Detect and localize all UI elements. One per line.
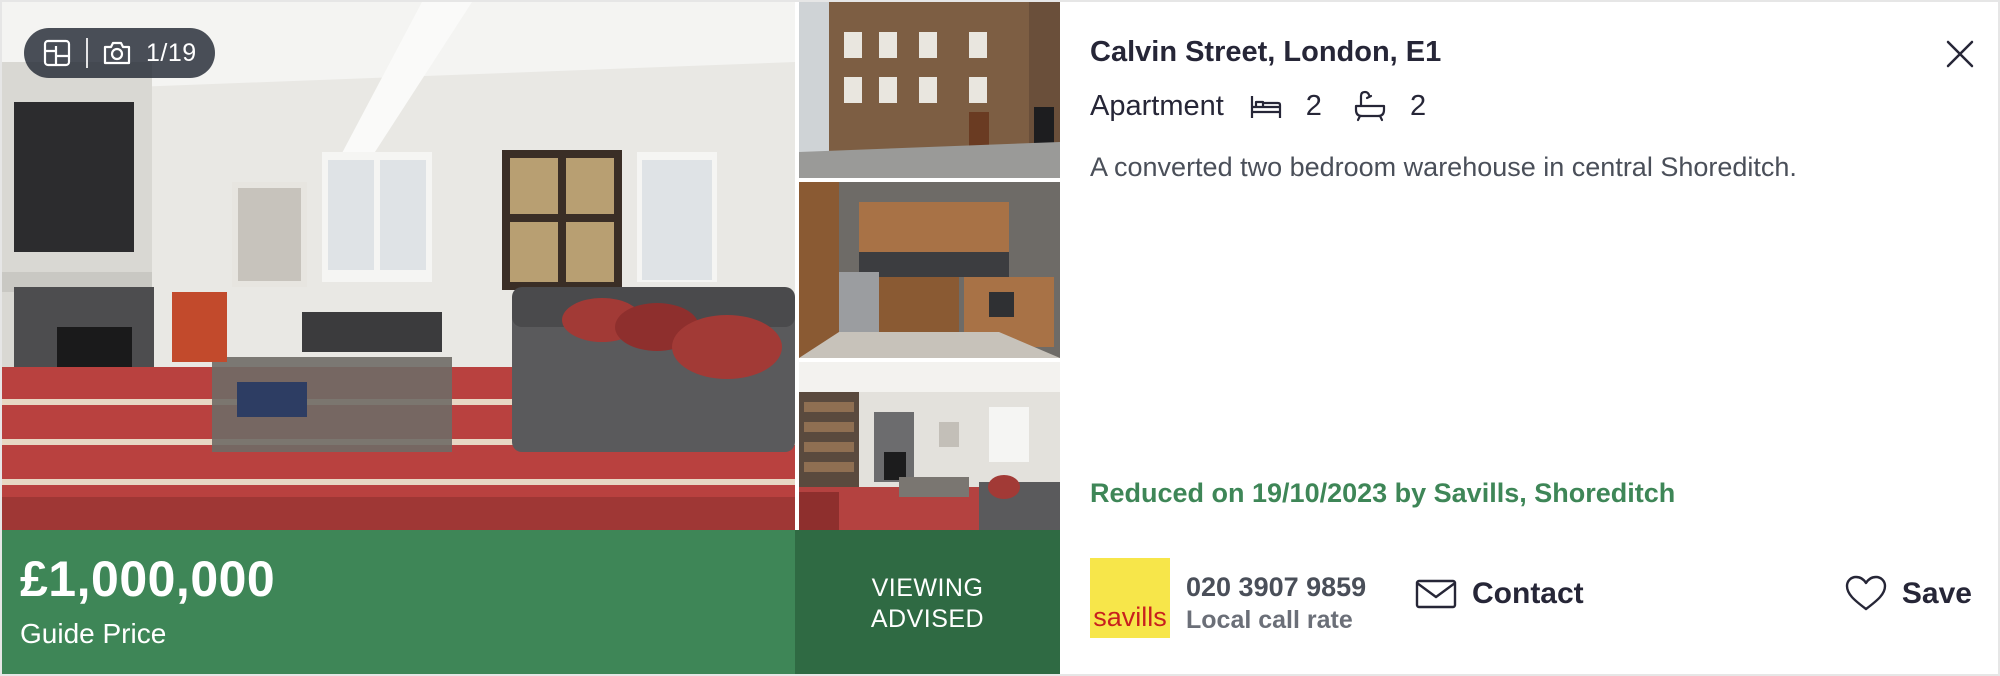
close-icon [1946,40,1974,68]
property-type: Apartment [1090,89,1224,122]
agent-logo[interactable]: savills [1090,558,1170,638]
floorplan-icon[interactable] [42,38,72,68]
save-label: Save [1901,577,1972,610]
main-photo[interactable]: 1/19 [2,2,795,530]
listing-details: Calvin Street, London, E1 Apartment 2 2 … [1090,2,1998,674]
viewing-advised-badge: VIEWING ADVISED [795,530,1060,674]
price: £1,000,000 [20,551,276,607]
contact-label: Contact [1472,577,1584,610]
bed-icon [1248,88,1284,124]
bath-icon [1352,88,1388,124]
save-button[interactable]: Save [1844,574,1972,614]
close-button[interactable] [1942,36,1978,72]
bathroom-count: 2 [1409,89,1427,122]
price-qualifier: Guide Price [20,618,167,649]
agent-phone[interactable]: 020 3907 9859 [1186,572,1366,603]
property-address[interactable]: Calvin Street, London, E1 [1090,36,1441,69]
street-exterior-photo [799,2,1060,178]
property-summary: A converted two bedroom warehouse in cen… [1090,152,1797,182]
viewing-line-1: VIEWING [871,574,984,602]
thumbnail-kitchen[interactable] [799,182,1060,358]
living-room-wide-photo [799,362,1060,530]
bedroom-count: 2 [1305,89,1322,122]
viewing-line-2: ADVISED [870,605,985,633]
property-card[interactable]: 1/19 £1,000,000 Guide Price VIEWING ADVI… [0,0,2000,676]
kitchen-photo [799,182,1060,358]
thumbnail-living-room[interactable] [799,362,1060,530]
living-room-photo [2,2,795,530]
heart-icon [1844,574,1888,614]
badge-divider [86,38,88,68]
thumbnail-exterior[interactable] [799,2,1060,178]
property-features: Apartment 2 2 [1090,88,1456,124]
call-rate-label: Local call rate [1186,606,1353,634]
savills-logo: savills [1090,558,1170,638]
listing-footer: savills 020 3907 9859 Local call rate Co… [1090,558,1998,640]
camera-icon[interactable] [102,38,132,68]
photo-counter: 1/19 [146,38,197,67]
envelope-icon [1414,574,1458,614]
svg-text:savills: savills [1093,602,1167,632]
contact-button[interactable]: Contact [1414,574,1584,614]
photo-badge[interactable]: 1/19 [24,28,215,78]
reduced-note: Reduced on 19/10/2023 by Savills, Shored… [1090,478,1676,508]
price-bar: £1,000,000 Guide Price [2,530,795,674]
